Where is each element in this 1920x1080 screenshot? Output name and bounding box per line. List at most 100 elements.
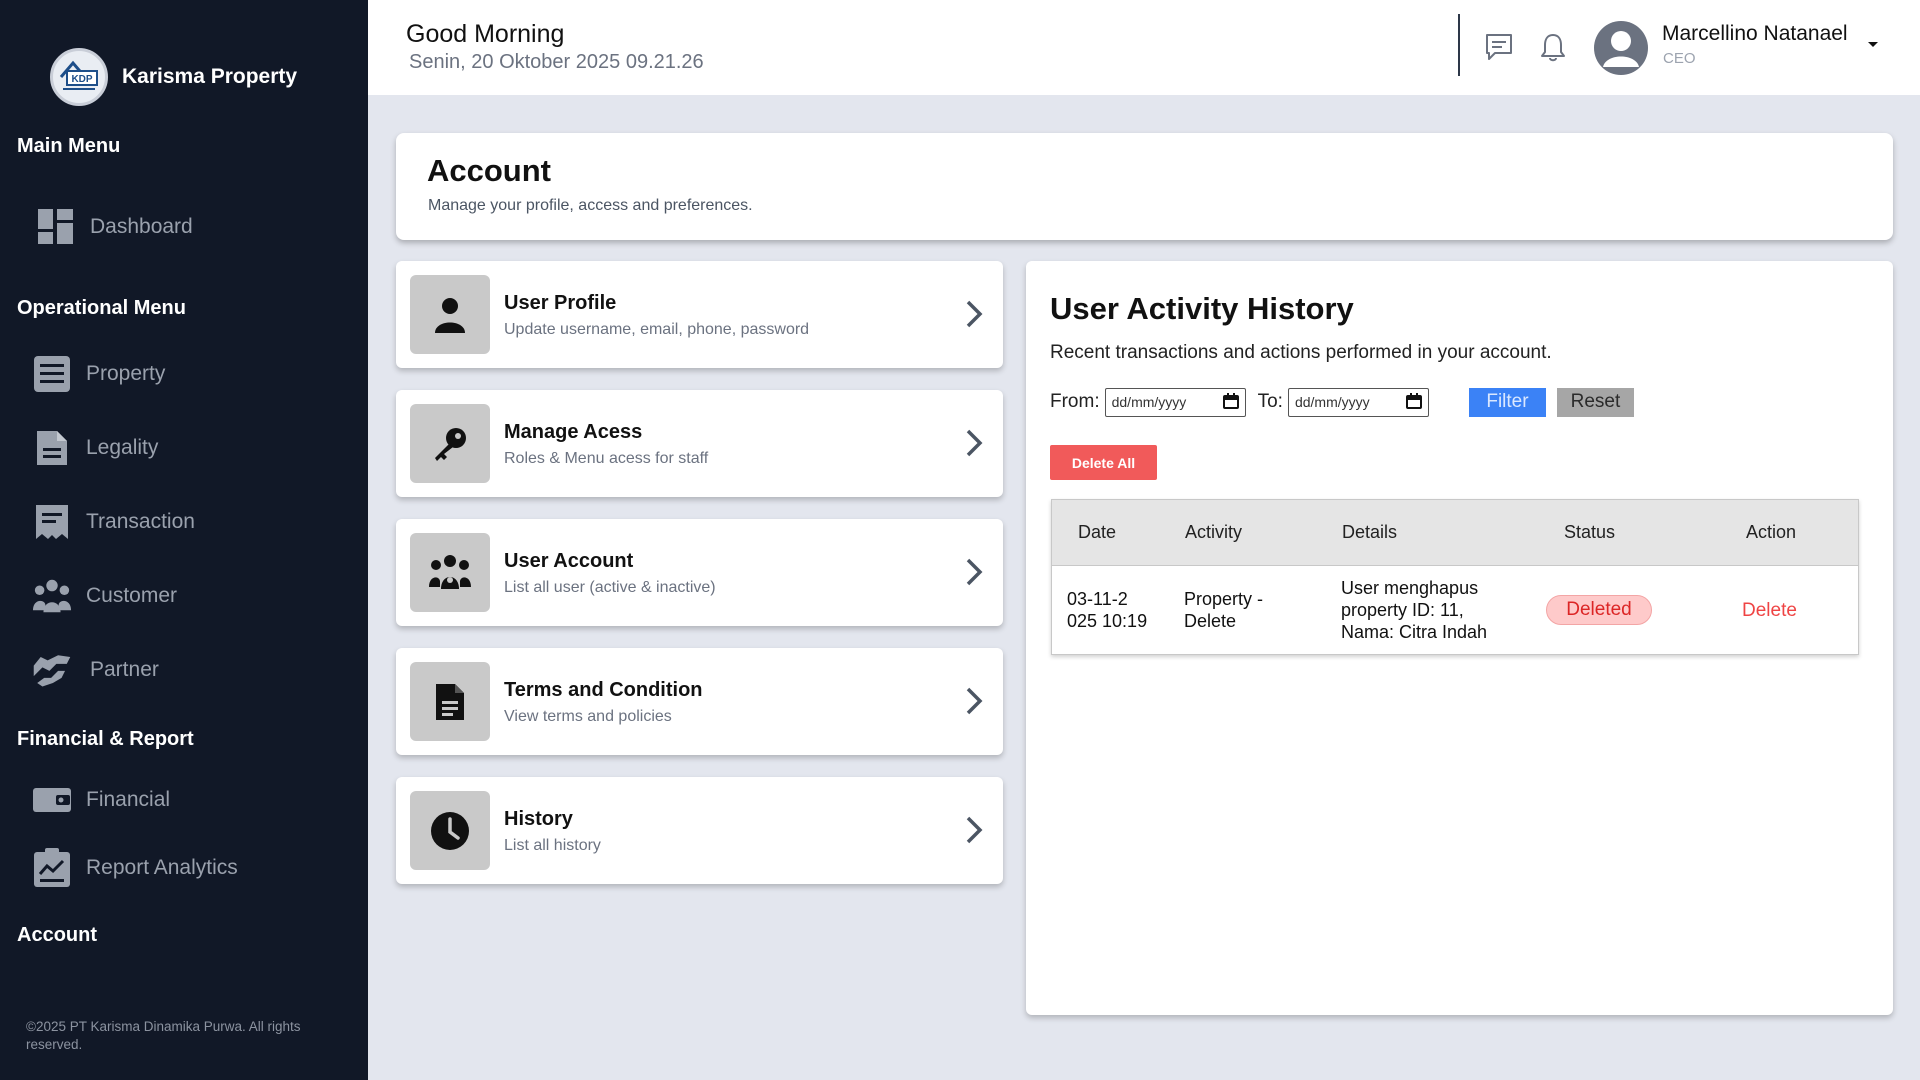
section-main-menu: Main Menu: [17, 135, 121, 157]
greeting-text: Good Morning: [406, 20, 565, 48]
cell-details-line: property ID: 11,: [1341, 600, 1464, 620]
sidebar-item-dashboard[interactable]: Dashboard: [36, 207, 193, 247]
copyright-text: ©2025 PT Karisma Dinamika Purwa. All rig…: [26, 1019, 301, 1052]
brand[interactable]: KDP Karisma Property: [50, 48, 297, 106]
sidebar-item-label: Legality: [86, 436, 159, 459]
header-divider: [1458, 14, 1460, 76]
table-header: Date Activity Details Status Action: [1052, 500, 1858, 566]
activity-table: Date Activity Details Status Action 03-1…: [1051, 499, 1859, 655]
chevron-right-icon: [965, 815, 983, 850]
list-icon: [32, 354, 72, 394]
cell-activity-line: Property -: [1184, 589, 1264, 609]
sidebar-item-label: Customer: [86, 584, 178, 607]
avatar[interactable]: [1594, 21, 1648, 75]
menu-card-user-profile[interactable]: User Profile Update username, email, pho…: [396, 261, 1003, 368]
users-icon: [32, 576, 72, 616]
column-header-date: Date: [1078, 522, 1117, 542]
chevron-right-icon: [965, 557, 983, 592]
column-header-action: Action: [1746, 522, 1797, 542]
menu-card-history[interactable]: History List all history: [396, 777, 1003, 884]
wallet-icon: [32, 780, 72, 820]
section-financial-report: Financial & Report: [17, 728, 194, 750]
filter-button[interactable]: Filter: [1468, 387, 1546, 417]
brand-name: Karisma Property: [122, 65, 298, 88]
sidebar-item-property[interactable]: Property: [32, 354, 165, 394]
cell-date-line: 025 10:19: [1067, 611, 1148, 631]
activity-history-panel: User Activity History Recent transaction…: [1026, 261, 1893, 1015]
page-subtitle: Manage your profile, access and preferen…: [428, 197, 753, 214]
from-date-input[interactable]: dd/mm/yyyy: [1104, 387, 1246, 417]
activity-subtitle: Recent transactions and actions performe…: [1050, 342, 1552, 363]
user-name: Marcellino Natanael: [1662, 22, 1848, 45]
reset-button[interactable]: Reset: [1556, 387, 1634, 417]
file-icon: [32, 428, 72, 468]
section-account[interactable]: Account: [17, 924, 97, 947]
delete-row-button[interactable]: Delete: [1742, 600, 1797, 622]
menu-card-subtitle: List all user (active & inactive): [504, 579, 716, 596]
menu-card-subtitle: Update username, email, phone, password: [504, 321, 810, 338]
sidebar-item-customer[interactable]: Customer: [32, 576, 177, 616]
cell-activity-line: Delete: [1184, 611, 1237, 631]
sidebar-item-label: Partner: [90, 658, 159, 681]
key-icon: [410, 404, 490, 483]
svg-text:KDP: KDP: [71, 74, 92, 85]
brand-logo-icon: KDP: [50, 48, 108, 106]
menu-card-title: Terms and Condition: [504, 679, 703, 701]
chevron-right-icon: [965, 686, 983, 721]
chevron-right-icon: [965, 299, 983, 334]
sidebar-item-financial[interactable]: Financial: [32, 780, 170, 820]
sidebar-item-legality[interactable]: Legality: [32, 428, 158, 468]
activity-title: User Activity History: [1050, 291, 1354, 326]
handshake-icon: [32, 650, 72, 690]
menu-card-subtitle: View terms and policies: [504, 708, 672, 725]
column-header-details: Details: [1342, 522, 1398, 542]
to-label: To:: [1257, 391, 1283, 412]
column-header-status: Status: [1564, 522, 1616, 542]
report-chart-icon: [32, 848, 72, 888]
message-icon[interactable]: [1482, 30, 1516, 64]
sidebar-item-report-analytics[interactable]: Report Analytics: [32, 848, 238, 888]
menu-card-manage-access[interactable]: Manage Acess Roles & Menu acess for staf…: [396, 390, 1003, 497]
menu-card-title: History: [504, 808, 573, 830]
datetime-text: Senin, 20 Oktober 2025 09.21.26: [409, 51, 704, 73]
chevron-down-icon[interactable]: [1866, 36, 1880, 54]
cell-date: 03-11-2 025 10:19: [1067, 588, 1147, 632]
section-operational-menu: Operational Menu: [17, 297, 186, 319]
cell-details: User menghapus property ID: 11, Nama: Ci…: [1341, 577, 1487, 643]
clock-icon: [410, 791, 490, 870]
sidebar-item-label: Financial: [86, 788, 171, 811]
account-header-card: Account Manage your profile, access and …: [396, 133, 1893, 240]
to-date-input[interactable]: dd/mm/yyyy: [1287, 387, 1429, 417]
status-badge: Deleted: [1546, 595, 1652, 625]
date-placeholder: dd/mm/yyyy: [1294, 394, 1370, 410]
column-header-activity: Activity: [1185, 522, 1243, 542]
filter-row: From: dd/mm/yyyy To: dd/mm/yyyy Filter R…: [1050, 387, 1634, 417]
document-icon: [410, 662, 490, 741]
sidebar-item-label: Dashboard: [90, 215, 193, 238]
cell-activity: Property - Delete: [1184, 588, 1263, 632]
menu-card-user-account[interactable]: User Account List all user (active & ina…: [396, 519, 1003, 626]
chevron-right-icon: [965, 428, 983, 463]
calendar-icon[interactable]: [1405, 392, 1422, 412]
sidebar-item-partner[interactable]: Partner: [32, 650, 159, 690]
receipt-icon: [32, 502, 72, 542]
sidebar-item-label: Transaction: [86, 510, 195, 533]
page-title: Account: [427, 153, 551, 188]
menu-card-subtitle: Roles & Menu acess for staff: [504, 450, 709, 467]
bell-icon[interactable]: [1536, 30, 1570, 64]
table-row: 03-11-2 025 10:19 Property - Delete User…: [1052, 566, 1858, 654]
menu-card-terms-condition[interactable]: Terms and Condition View terms and polic…: [396, 648, 1003, 755]
cell-date-line: 03-11-2: [1067, 589, 1128, 609]
sidebar-item-label: Property: [86, 362, 166, 385]
calendar-icon[interactable]: [1222, 392, 1239, 412]
delete-all-button[interactable]: Delete All: [1050, 445, 1157, 480]
from-label: From:: [1050, 391, 1100, 412]
cell-details-line: Nama: Citra Indah: [1341, 622, 1488, 642]
sidebar-item-label: Report Analytics: [86, 856, 238, 879]
sidebar-item-transaction[interactable]: Transaction: [32, 502, 195, 542]
sidebar: KDP Karisma Property Main Menu Dashboard…: [0, 0, 368, 1080]
top-header: Good Morning Senin, 20 Oktober 2025 09.2…: [368, 0, 1920, 95]
menu-card-title: User Account: [504, 550, 634, 572]
dashboard-icon: [36, 207, 76, 247]
user-role: CEO: [1663, 50, 1696, 67]
